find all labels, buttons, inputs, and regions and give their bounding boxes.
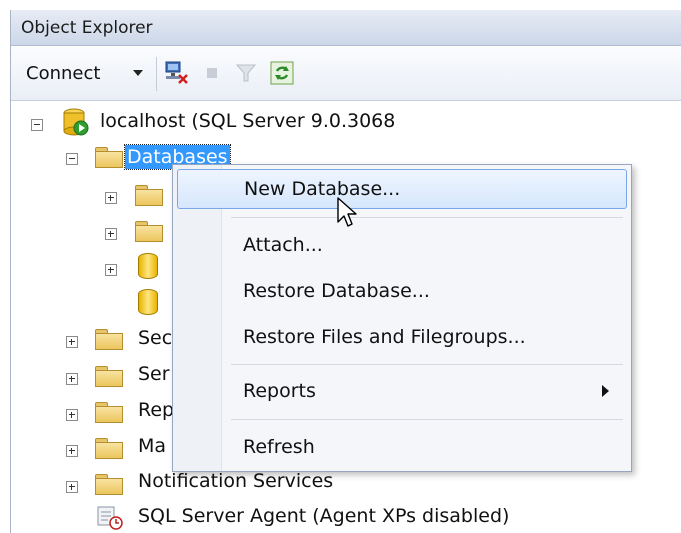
menu-item-attach[interactable]: Attach...: [173, 225, 631, 265]
context-menu: New Database... Attach... Restore Databa…: [172, 164, 632, 472]
toolbar-separator: [156, 57, 157, 91]
connect-dropdown-icon[interactable]: [133, 70, 143, 76]
menu-item-label: Reports: [243, 380, 316, 402]
database-icon: [138, 289, 158, 315]
menu-item-restore-database[interactable]: Restore Database...: [173, 271, 631, 311]
menu-separator: [231, 217, 623, 218]
database-icon: [138, 253, 158, 279]
folder-icon: [135, 185, 163, 206]
mouse-pointer-icon: [337, 197, 357, 227]
expand-security-icon[interactable]: [66, 336, 78, 348]
expand-notification-services-icon[interactable]: [66, 481, 78, 493]
filter-icon[interactable]: [233, 60, 259, 86]
expand-server-objects-icon[interactable]: [66, 373, 78, 385]
folder-icon: [95, 366, 123, 387]
menu-item-label: Restore Database...: [243, 280, 430, 302]
expand-management-icon[interactable]: [66, 445, 78, 457]
menu-item-refresh[interactable]: Refresh: [173, 427, 631, 467]
folder-icon: [95, 329, 123, 350]
folder-icon: [95, 402, 123, 423]
panel-title-bar: Object Explorer: [11, 10, 681, 46]
connect-server-icon[interactable]: [163, 60, 189, 86]
refresh-icon[interactable]: [269, 60, 295, 86]
tree-item-security[interactable]: Sec: [138, 327, 172, 349]
stop-icon[interactable]: [199, 60, 225, 86]
expand-icon[interactable]: [105, 264, 117, 276]
menu-separator: [231, 419, 623, 420]
menu-item-label: New Database...: [244, 178, 401, 200]
menu-item-label: Restore Files and Filegroups...: [243, 326, 526, 348]
menu-item-restore-files[interactable]: Restore Files and Filegroups...: [173, 317, 631, 357]
menu-item-new-database[interactable]: New Database...: [177, 169, 627, 209]
tree-item-server-objects[interactable]: Ser: [138, 363, 170, 385]
menu-item-label: Refresh: [243, 436, 315, 458]
collapse-server-icon[interactable]: [31, 119, 43, 131]
expand-replication-icon[interactable]: [66, 409, 78, 421]
expand-icon[interactable]: [105, 192, 117, 204]
panel-title: Object Explorer: [21, 18, 153, 38]
folder-icon: [95, 474, 123, 495]
menu-item-reports[interactable]: Reports: [173, 371, 631, 411]
connect-button[interactable]: Connect: [26, 63, 100, 84]
collapse-databases-icon[interactable]: [66, 153, 78, 165]
sql-server-running-icon: [63, 108, 89, 136]
tree-item-server[interactable]: localhost (SQL Server 9.0.3068: [100, 110, 395, 132]
toolbar: Connect: [11, 47, 681, 101]
folder-icon: [95, 438, 123, 459]
expand-icon[interactable]: [105, 228, 117, 240]
folder-icon: [135, 221, 163, 242]
tree-item-management[interactable]: Ma: [138, 435, 166, 457]
tree-item-notification-services[interactable]: Notification Services: [138, 470, 333, 492]
menu-separator: [231, 364, 623, 365]
sql-agent-icon: [97, 506, 123, 530]
tree-item-replication[interactable]: Rep: [138, 399, 174, 421]
tree-item-sql-server-agent[interactable]: SQL Server Agent (Agent XPs disabled): [138, 505, 509, 527]
submenu-arrow-icon: [602, 385, 609, 397]
folder-icon: [95, 147, 123, 168]
menu-item-label: Attach...: [243, 234, 323, 256]
